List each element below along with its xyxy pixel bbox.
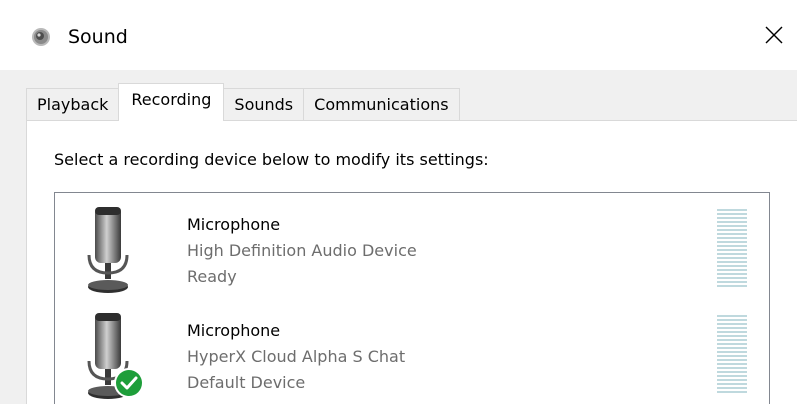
- level-meter: [717, 315, 747, 393]
- instruction-text: Select a recording device below to modif…: [54, 150, 489, 169]
- device-status: Ready: [187, 267, 237, 286]
- device-description: HyperX Cloud Alpha S Chat: [187, 347, 406, 366]
- default-check-icon: [114, 368, 144, 398]
- device-item[interactable]: Microphone High Definition Audio Device …: [55, 193, 769, 301]
- tab-playback[interactable]: Playback: [26, 88, 120, 120]
- tab-sounds[interactable]: Sounds: [223, 88, 305, 120]
- title-bar[interactable]: Sound: [0, 0, 797, 70]
- tab-strip: Playback Recording Sounds Communications: [26, 83, 460, 121]
- device-name: Microphone: [187, 321, 281, 340]
- tab-recording[interactable]: Recording: [118, 83, 225, 121]
- microphone-icon: [87, 207, 129, 293]
- window-title: Sound: [68, 26, 128, 48]
- level-meter: [717, 209, 747, 287]
- device-description: High Definition Audio Device: [187, 241, 417, 260]
- tab-communications[interactable]: Communications: [303, 88, 460, 120]
- speaker-icon: [32, 28, 50, 46]
- close-button[interactable]: [751, 12, 797, 58]
- microphone-icon: [87, 313, 144, 399]
- device-status: Default Device: [187, 373, 306, 392]
- device-name: Microphone: [187, 215, 281, 234]
- sound-dialog: Sound Playback Recording Sounds Communic…: [0, 0, 797, 404]
- recording-device-list[interactable]: Microphone High Definition Audio Device …: [54, 192, 770, 404]
- close-icon: [765, 26, 783, 44]
- device-item-default[interactable]: Microphone HyperX Cloud Alpha S Chat Def…: [55, 299, 769, 404]
